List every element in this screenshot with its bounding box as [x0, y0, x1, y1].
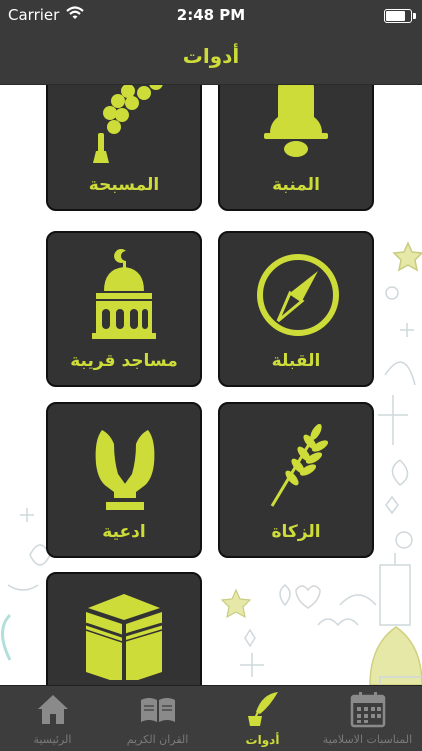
tab-quran[interactable]: القران الكريم	[105, 686, 210, 751]
tab-label: القران الكريم	[126, 733, 189, 746]
tile-label: المسبحة	[88, 175, 160, 195]
feather-ink-icon	[248, 692, 278, 726]
praying-hands-icon	[95, 430, 155, 510]
mosque-icon	[92, 249, 156, 339]
tile-supplications[interactable]: ادعية	[46, 402, 202, 558]
tile-kaaba[interactable]	[46, 572, 202, 685]
tile-zakat[interactable]: الزكاة	[218, 402, 374, 558]
kaaba-icon	[85, 594, 163, 680]
battery-icon	[384, 9, 416, 23]
tools-grid[interactable]: المسبحة المنبة مساجد قريبة القبلة ادعية …	[0, 85, 422, 685]
tile-prayer-beads[interactable]: المسبحة	[46, 85, 202, 211]
tab-tools[interactable]: أدوات	[210, 686, 315, 751]
prayer-beads-icon	[93, 85, 163, 163]
tile-label: الزكاة	[271, 522, 321, 542]
tile-label: مساجد قريبة	[70, 351, 178, 371]
calendar-icon	[350, 692, 386, 728]
tile-alarm[interactable]: المنبة	[218, 85, 374, 211]
quran-book-icon	[141, 698, 175, 722]
tile-label: ادعية	[102, 522, 146, 542]
tab-label: أدوات	[245, 733, 280, 747]
status-time: 2:48 PM	[176, 6, 246, 24]
tab-islamic-events[interactable]: المناسبات الاسلامية	[315, 686, 420, 751]
wheat-icon	[270, 423, 329, 507]
tab-label: الرئيسية	[33, 733, 72, 746]
nav-bar: أدوات	[0, 32, 422, 85]
tile-qibla[interactable]: القبلة	[218, 231, 374, 387]
bell-icon	[264, 85, 328, 157]
tile-label: المنبة	[272, 175, 320, 195]
compass-icon	[257, 254, 339, 336]
tab-label: المناسبات الاسلامية	[322, 733, 413, 746]
page-title: أدوات	[182, 44, 240, 68]
tab-home[interactable]: الرئيسية	[0, 686, 105, 751]
tile-nearby-mosques[interactable]: مساجد قريبة	[46, 231, 202, 387]
battery-level	[386, 11, 405, 21]
tile-label: القبلة	[271, 351, 321, 371]
status-bar: Carrier 2:48 PM	[0, 0, 422, 32]
home-icon	[38, 695, 68, 724]
tab-bar: الرئيسية القران الكريم أدوات المناسبات ا…	[0, 685, 422, 751]
